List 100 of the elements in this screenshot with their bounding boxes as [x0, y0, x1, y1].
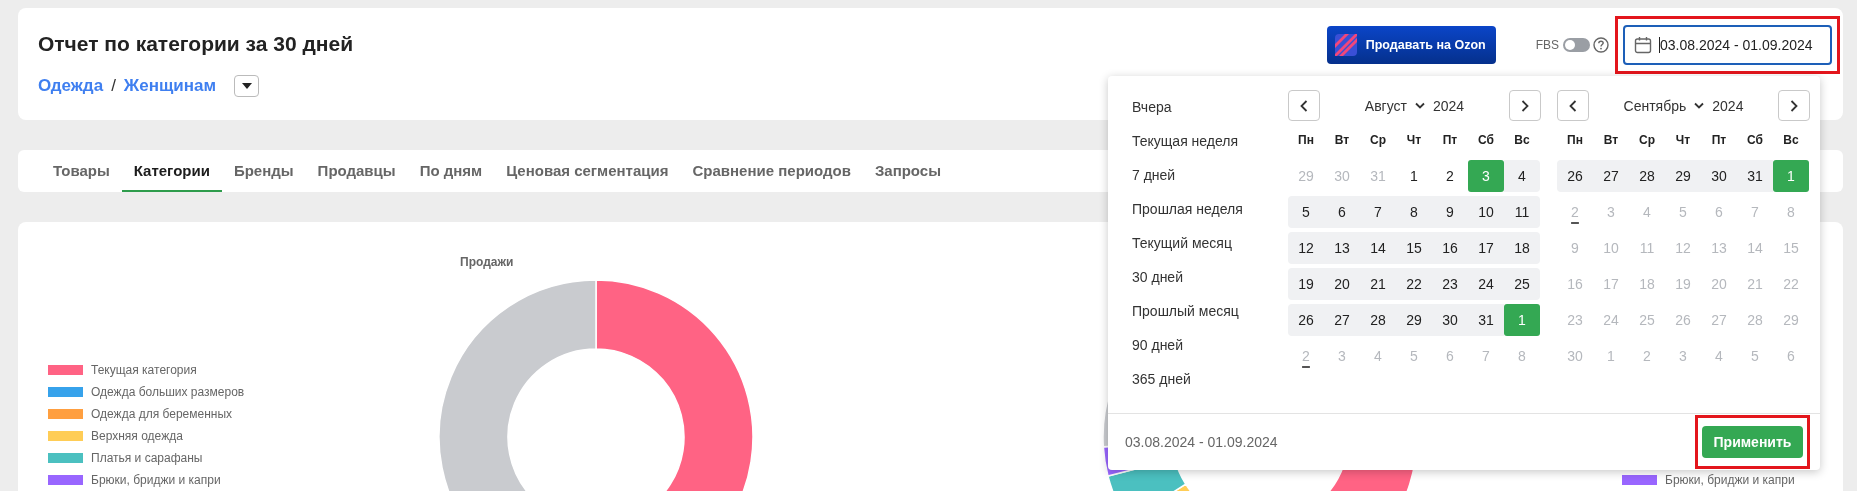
calendar-day[interactable]: 20 — [1324, 268, 1360, 300]
calendar-day[interactable]: 8 — [1396, 196, 1432, 228]
help-icon[interactable] — [1593, 37, 1609, 53]
calendar-day[interactable]: 27 — [1593, 160, 1629, 192]
calendar-day[interactable]: 31 — [1468, 304, 1504, 336]
calendar-day[interactable]: 17 — [1468, 232, 1504, 264]
calendar-day[interactable]: 9 — [1432, 196, 1468, 228]
calendar-day[interactable]: 28 — [1360, 304, 1396, 336]
calendar-day[interactable]: 30 — [1701, 160, 1737, 192]
legend-label: Платья и сарафаны — [91, 451, 203, 465]
year-select[interactable]: 2024 — [1712, 97, 1744, 114]
calendar-day[interactable]: 10 — [1468, 196, 1504, 228]
chevron-down-icon — [1694, 102, 1705, 109]
legend-label: Одежда для беременных — [91, 407, 233, 421]
next-month-button[interactable] — [1778, 90, 1810, 121]
weekday-label: Сб — [1477, 133, 1495, 147]
previous-month-button[interactable] — [1288, 90, 1320, 121]
calendar-day[interactable]: 18 — [1504, 232, 1540, 264]
tab[interactable]: Запросы — [862, 150, 953, 192]
tab[interactable]: Категории — [121, 150, 222, 192]
calendar-day[interactable]: 12 — [1288, 232, 1324, 264]
preset-item[interactable]: Прошлая неделя — [1132, 192, 1288, 226]
chevron-left-icon — [1300, 99, 1308, 112]
weekday-label: Вт — [1602, 133, 1620, 147]
year-select[interactable]: 2024 — [1433, 97, 1465, 114]
preset-item[interactable]: Вчера — [1132, 90, 1288, 124]
preset-item[interactable]: Текущий месяц — [1132, 226, 1288, 260]
preset-item[interactable]: 30 дней — [1132, 260, 1288, 294]
calendar-day[interactable]: 26 — [1288, 304, 1324, 336]
tab[interactable]: По дням — [407, 150, 495, 192]
calendar-day[interactable]: 1 — [1504, 304, 1540, 336]
calendar-day[interactable]: 28 — [1629, 160, 1665, 192]
logo-icon — [1334, 34, 1357, 56]
breadcrumb-link[interactable]: Одежда — [38, 74, 104, 98]
calendar-day[interactable]: 15 — [1396, 232, 1432, 264]
calendar-day[interactable]: 1 — [1396, 160, 1432, 192]
weekday-label: Вс — [1513, 133, 1531, 147]
calendar-day[interactable]: 14 — [1360, 232, 1396, 264]
tab[interactable]: Сравнение периодов — [680, 150, 863, 192]
fbs-toggle[interactable] — [1563, 38, 1590, 52]
previous-month-button[interactable] — [1557, 90, 1589, 121]
calendar-day[interactable]: 1 — [1773, 160, 1809, 192]
calendar-day[interactable]: 29 — [1396, 304, 1432, 336]
chevron-right-icon — [1521, 99, 1529, 112]
tab[interactable]: Товары — [41, 150, 122, 192]
calendar-day[interactable]: 16 — [1432, 232, 1468, 264]
date-range-field[interactable]: 03.08.2024 - 01.09.2024 — [1623, 25, 1832, 65]
legend-label: Верхняя одежда — [91, 429, 183, 443]
chart-title: Продажи — [460, 254, 515, 270]
preset-item[interactable]: Текущая неделя — [1132, 124, 1288, 158]
calendar-day[interactable]: 5 — [1288, 196, 1324, 228]
tab[interactable]: Бренды — [221, 150, 306, 192]
calendar-day[interactable]: 7 — [1360, 196, 1396, 228]
tab[interactable]: Продавцы — [305, 150, 408, 192]
preset-item[interactable]: 90 дней — [1132, 328, 1288, 362]
calendar-day[interactable]: 3 — [1468, 160, 1504, 192]
preset-item[interactable]: Прошлый месяц — [1132, 294, 1288, 328]
weekday-label: Пт — [1710, 133, 1728, 147]
weekday-label: Пн — [1297, 133, 1315, 147]
dropdown-button[interactable] — [234, 75, 260, 97]
calendar-day[interactable]: 24 — [1468, 268, 1504, 300]
chevron-down-icon — [1415, 102, 1425, 109]
month-select[interactable]: Август — [1364, 97, 1425, 114]
sell-button[interactable]: Продавать на Ozon — [1326, 26, 1496, 64]
weekday-label: Вс — [1782, 133, 1800, 147]
page-title: Отчет по категории за 30 дней — [38, 32, 354, 56]
legend-label: Брюки, бриджи и капри — [1665, 473, 1795, 487]
calendar-day[interactable]: 29 — [1665, 160, 1701, 192]
calendar-day[interactable]: 19 — [1288, 268, 1324, 300]
calendar-day[interactable]: 21 — [1360, 268, 1396, 300]
caret-icon — [241, 83, 252, 89]
calendar-day[interactable]: 25 — [1504, 268, 1540, 300]
weekday-label: Сб — [1746, 133, 1764, 147]
preset-item[interactable]: 365 дней — [1132, 362, 1288, 396]
preset-item[interactable]: 7 дней — [1132, 158, 1288, 192]
calendar-day[interactable]: 4 — [1504, 160, 1540, 192]
weekday-label: Чт — [1405, 133, 1423, 147]
calendar-day[interactable]: 13 — [1324, 232, 1360, 264]
weekday-label: Ср — [1638, 133, 1656, 147]
selected-range-text: 03.08.2024 - 01.09.2024 — [1125, 433, 1278, 450]
calendar-day[interactable]: 2 — [1432, 160, 1468, 192]
apply-button[interactable]: Применить — [1702, 425, 1803, 458]
calendar-day[interactable]: 26 — [1557, 160, 1593, 192]
calendar-day[interactable]: 27 — [1324, 304, 1360, 336]
calendar-day[interactable]: 31 — [1737, 160, 1773, 192]
chevron-right-icon — [1790, 99, 1798, 112]
calendar-day[interactable]: 30 — [1432, 304, 1468, 336]
weekday-label: Пн — [1566, 133, 1584, 147]
month-select[interactable]: Сентябрь — [1623, 97, 1705, 114]
calendar-day[interactable]: 23 — [1432, 268, 1468, 300]
tab[interactable]: Ценовая сегментация — [494, 150, 681, 192]
calendar-day[interactable]: 11 — [1504, 196, 1540, 228]
legend-label: Одежда больших размеров — [91, 385, 245, 399]
next-month-button[interactable] — [1509, 90, 1541, 121]
weekday-label: Чт — [1674, 133, 1692, 147]
weekday-label: Вт — [1333, 133, 1351, 147]
breadcrumb-link[interactable]: Женщинам — [123, 74, 217, 98]
weekday-label: Ср — [1369, 133, 1387, 147]
calendar-day[interactable]: 6 — [1324, 196, 1360, 228]
calendar-day[interactable]: 22 — [1396, 268, 1432, 300]
